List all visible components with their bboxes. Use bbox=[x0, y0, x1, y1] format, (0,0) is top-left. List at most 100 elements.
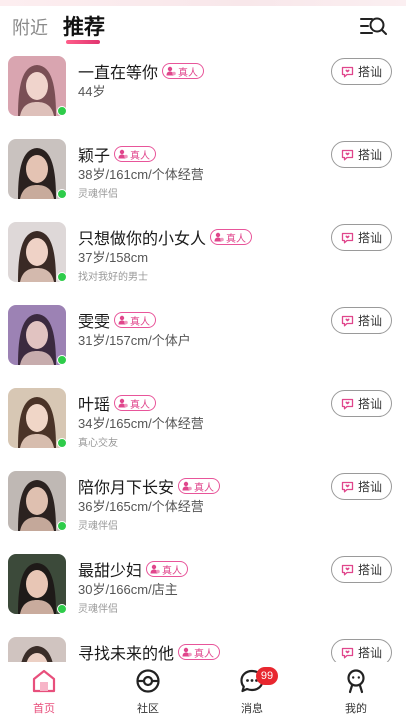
online-indicator bbox=[57, 604, 67, 614]
greet-button[interactable]: 搭讪 bbox=[331, 473, 392, 500]
message-icon bbox=[341, 564, 354, 575]
user-list-item[interactable]: 雯雯 真人 31岁/157cm/个体户 搭讪 bbox=[0, 299, 406, 382]
online-indicator bbox=[57, 189, 67, 199]
user-info: 34岁/165cm/个体经营 bbox=[78, 416, 204, 431]
user-name-row: 雯雯 真人 bbox=[78, 308, 157, 332]
message-icon bbox=[341, 481, 354, 492]
user-info: 31岁/157cm/个体户 bbox=[78, 333, 191, 348]
user-name: 最甜少妇 bbox=[78, 563, 143, 580]
nav-community[interactable]: 社区 bbox=[118, 668, 178, 716]
nav-home[interactable]: 首页 bbox=[14, 668, 74, 716]
greet-button[interactable]: 搭讪 bbox=[331, 58, 392, 85]
person-verified-icon bbox=[118, 149, 128, 159]
verified-badge: 真人 bbox=[114, 146, 157, 162]
user-name: 寻找未来的他 bbox=[78, 646, 175, 662]
greet-button-label: 搭讪 bbox=[357, 563, 382, 577]
user-name-row: 陪你月下长安 真人 bbox=[78, 474, 221, 498]
greet-button[interactable]: 搭讪 bbox=[331, 390, 392, 417]
person-verified-icon bbox=[166, 66, 176, 76]
user-name: 叶瑶 bbox=[78, 397, 111, 414]
verified-badge: 真人 bbox=[146, 561, 189, 577]
user-list-item[interactable]: 一直在等你 真人 44岁 搭讪 bbox=[0, 50, 406, 133]
user-name: 一直在等你 bbox=[78, 65, 159, 82]
user-tagline: 找对我好的男士 bbox=[78, 272, 148, 283]
message-icon bbox=[341, 66, 354, 77]
user-name-row: 颖子 真人 bbox=[78, 142, 157, 166]
online-indicator bbox=[57, 272, 67, 282]
user-name-row: 一直在等你 真人 bbox=[78, 59, 205, 83]
user-list-item[interactable]: 只想做你的小女人 真人 37岁/158cm 找对我好的男士 搭讪 bbox=[0, 216, 406, 299]
list-search-icon[interactable] bbox=[359, 14, 389, 40]
tab-nearby[interactable]: 附近 bbox=[12, 14, 48, 40]
nav-messages[interactable]: 99 消息 bbox=[222, 667, 282, 716]
user-tagline: 灵魂伴侣 bbox=[78, 604, 118, 615]
user-name: 只想做你的小女人 bbox=[78, 231, 207, 248]
person-icon bbox=[343, 668, 369, 694]
user-info: 44岁 bbox=[78, 84, 106, 99]
nav-messages-label: 消息 bbox=[241, 703, 263, 715]
user-list-item[interactable]: 陪你月下长安 真人 36岁/165cm/个体经营灵魂伴侣 搭讪 bbox=[0, 465, 406, 548]
user-name-row: 叶瑶 真人 bbox=[78, 391, 157, 415]
greet-button-label: 搭讪 bbox=[357, 148, 382, 162]
user-name-row: 寻找未来的他 真人 bbox=[78, 640, 221, 662]
user-name: 颖子 bbox=[78, 148, 111, 165]
greet-button-label: 搭讪 bbox=[357, 231, 382, 245]
greet-button-label: 搭讪 bbox=[357, 480, 382, 494]
verified-badge-label: 真人 bbox=[194, 648, 215, 660]
message-icon bbox=[341, 398, 354, 409]
verified-badge-label: 真人 bbox=[162, 565, 183, 577]
verified-badge: 真人 bbox=[210, 229, 253, 245]
verified-badge-label: 真人 bbox=[194, 482, 215, 494]
person-verified-icon bbox=[150, 564, 160, 574]
user-list-item[interactable]: 寻找未来的他 真人 搭讪 bbox=[0, 631, 406, 662]
greet-button-label: 搭讪 bbox=[357, 65, 382, 79]
verified-badge-label: 真人 bbox=[130, 399, 151, 411]
user-list-item[interactable]: 颖子 真人 38岁/161cm/个体经营 灵魂伴侣 搭讪 bbox=[0, 133, 406, 216]
header: 附近 推荐 bbox=[0, 6, 406, 46]
user-name: 陪你月下长安 bbox=[78, 480, 175, 497]
greet-button[interactable]: 搭讪 bbox=[331, 141, 392, 168]
user-tagline: 真心交友 bbox=[78, 438, 118, 449]
greet-button[interactable]: 搭讪 bbox=[331, 639, 392, 662]
community-icon bbox=[135, 668, 161, 694]
user-list-item[interactable]: 叶瑶 真人 34岁/165cm/个体经营真心交友 搭讪 bbox=[0, 382, 406, 465]
online-indicator bbox=[57, 521, 67, 531]
user-info: 37岁/158cm bbox=[78, 250, 149, 265]
verified-badge: 真人 bbox=[178, 644, 221, 660]
user-name-row: 只想做你的小女人 真人 bbox=[78, 225, 253, 249]
person-verified-icon bbox=[182, 647, 192, 657]
user-info: 36岁/165cm/个体经营 bbox=[78, 499, 204, 514]
user-list: 一直在等你 真人 44岁 搭讪 颖子 真人 38岁/161cm/个体经营 灵魂伴侣 搭讪 只想做你… bbox=[0, 50, 406, 662]
nav-community-label: 社区 bbox=[137, 703, 159, 715]
user-name-row: 最甜少妇 真人 bbox=[78, 557, 189, 581]
verified-badge: 真人 bbox=[114, 395, 157, 411]
greet-button[interactable]: 搭讪 bbox=[331, 556, 392, 583]
verified-badge-label: 真人 bbox=[226, 233, 247, 245]
verified-badge-label: 真人 bbox=[130, 316, 151, 328]
home-icon bbox=[31, 668, 57, 694]
online-indicator bbox=[57, 355, 67, 365]
greet-button-label: 搭讪 bbox=[357, 397, 382, 411]
unread-count-badge: 99 bbox=[256, 667, 278, 685]
verified-badge: 真人 bbox=[162, 63, 205, 79]
message-icon bbox=[341, 315, 354, 326]
user-list-item[interactable]: 最甜少妇 真人 30岁/166cm/店主灵魂伴侣 搭讪 bbox=[0, 548, 406, 631]
greet-button-label: 搭讪 bbox=[357, 646, 382, 660]
online-indicator bbox=[57, 438, 67, 448]
greet-button-label: 搭讪 bbox=[357, 314, 382, 328]
greet-button[interactable]: 搭讪 bbox=[331, 307, 392, 334]
person-verified-icon bbox=[214, 232, 224, 242]
user-tagline: 灵魂伴侣 bbox=[78, 521, 118, 532]
bottom-nav: 首页 社区 99 消息 我的 bbox=[0, 662, 406, 718]
user-avatar[interactable] bbox=[8, 637, 66, 662]
verified-badge: 真人 bbox=[178, 478, 221, 494]
greet-button[interactable]: 搭讪 bbox=[331, 224, 392, 251]
tab-active-indicator bbox=[66, 40, 100, 44]
user-info: 38岁/161cm/个体经营 bbox=[78, 167, 204, 182]
person-verified-icon bbox=[118, 398, 128, 408]
user-name: 雯雯 bbox=[78, 314, 111, 331]
user-info: 30岁/166cm/店主 bbox=[78, 582, 178, 597]
nav-mine[interactable]: 我的 bbox=[326, 668, 386, 716]
tab-recommend[interactable]: 推荐 bbox=[63, 11, 105, 41]
user-tagline: 灵魂伴侣 bbox=[78, 189, 118, 200]
